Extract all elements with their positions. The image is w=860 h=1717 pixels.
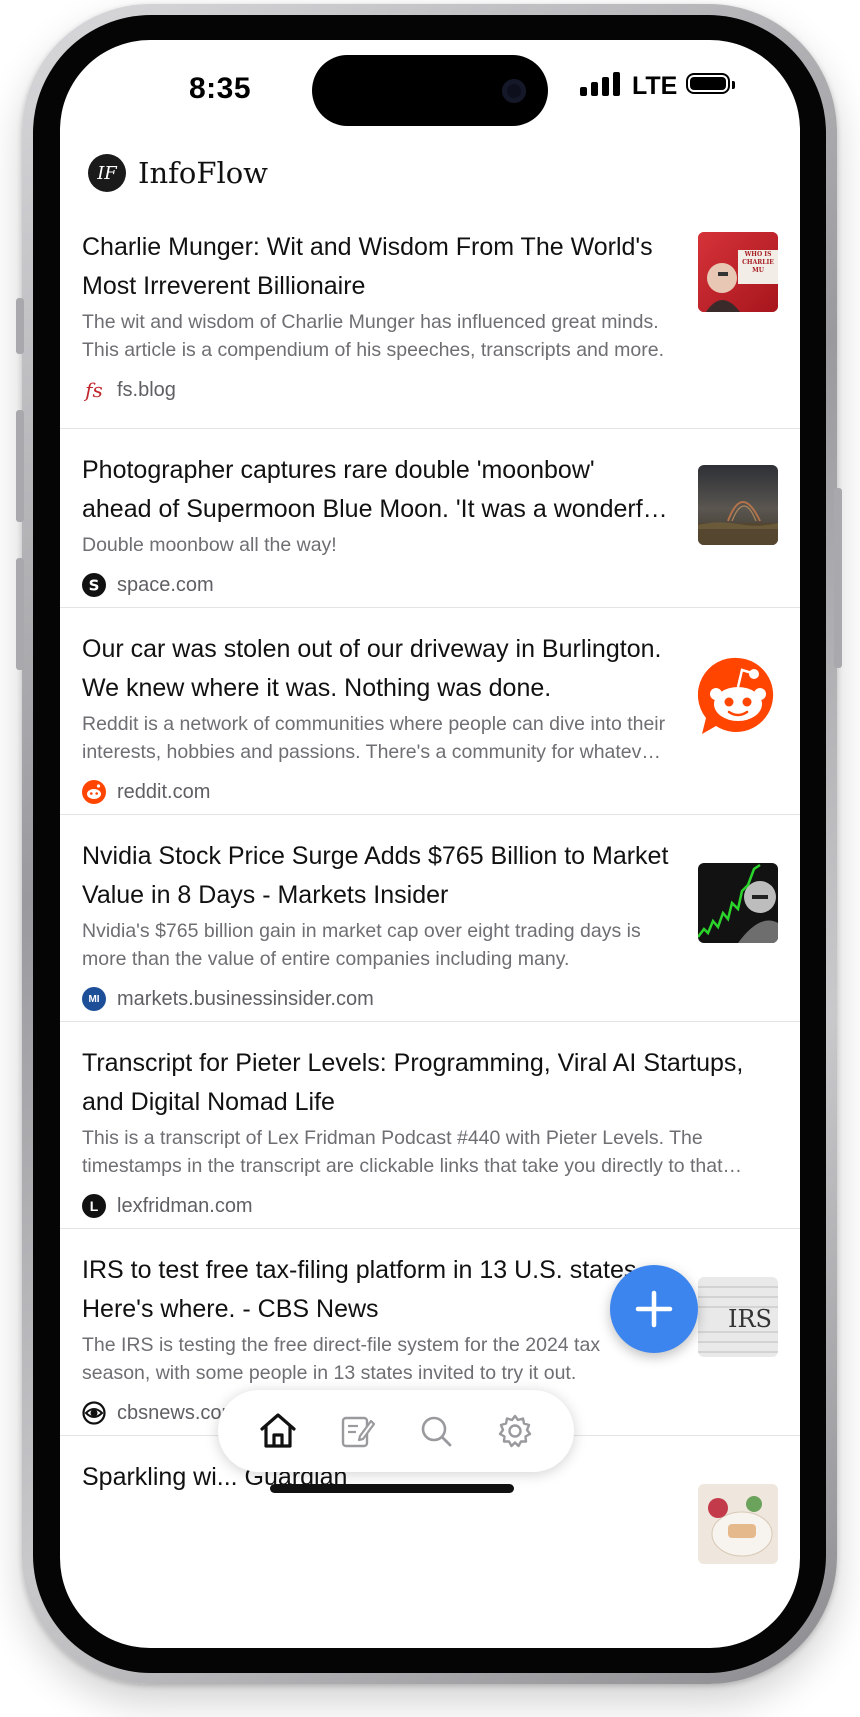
article-description: The IRS is testing the free direct-file …	[82, 1334, 601, 1384]
reddit-logo-icon	[82, 780, 106, 804]
space-logo-icon: S	[82, 573, 106, 597]
article-description: This is a transcript of Lex Fridman Podc…	[82, 1127, 723, 1177]
lex-logo-icon: L	[82, 1194, 106, 1218]
nav-settings[interactable]	[489, 1405, 541, 1457]
mute-switch	[16, 298, 24, 354]
article-title: Nvidia Stock Price Surge Adds $765 Billi…	[82, 842, 669, 909]
nav-home[interactable]	[252, 1405, 304, 1457]
article-card[interactable]: Nvidia Stock Price Surge Adds $765 Billi…	[60, 815, 800, 1022]
article-source: L lexfridman.com	[82, 1192, 772, 1220]
plus-icon	[635, 1290, 673, 1328]
notes-icon	[341, 1416, 375, 1448]
article-title: Our car was stolen out of our driveway i…	[82, 635, 662, 702]
lex-logo-text: L	[89, 1198, 99, 1214]
app-title: InfoFlow	[138, 156, 269, 190]
article-card[interactable]: Photographer captures rare double 'moonb…	[60, 429, 800, 608]
article-title: Transcript for Pieter Levels: Programmin…	[82, 1049, 744, 1116]
search-icon	[421, 1416, 451, 1447]
source-name: fs.blog	[117, 378, 176, 401]
dynamic-island	[312, 55, 548, 126]
article-title: Charlie Munger: Wit and Wisdom From The …	[82, 233, 653, 300]
food-photo-thumbnail	[698, 1484, 778, 1564]
network-label: LTE	[632, 72, 678, 100]
bottom-nav	[218, 1390, 574, 1472]
book-cover-thumbnail: WHO IS CHARLIE MU	[698, 232, 778, 312]
article-title: Photographer captures rare double 'moonb…	[82, 456, 663, 523]
nav-notes[interactable]	[331, 1405, 383, 1457]
article-card[interactable]: Charlie Munger: Wit and Wisdom From The …	[60, 206, 800, 429]
app-header: IF InfoFlow	[88, 148, 268, 198]
svg-text:S: S	[89, 577, 100, 595]
thumbnail-caption: IRS	[728, 1305, 772, 1333]
source-name: markets.businessinsider.com	[117, 987, 374, 1010]
home-indicator	[270, 1484, 514, 1493]
mi-logo-text: MI	[88, 993, 100, 1005]
article-description: Nvidia's $765 billion gain in market cap…	[82, 920, 641, 970]
home-icon	[259, 1413, 296, 1448]
fs-logo-icon: fs	[85, 378, 103, 402]
stock-chart-thumbnail	[698, 863, 778, 943]
camera-icon	[502, 79, 526, 103]
source-name: space.com	[117, 573, 214, 596]
article-source: fs fs.blog	[82, 376, 670, 404]
cbs-eye-icon	[82, 1401, 106, 1425]
article-source: reddit.com	[82, 778, 670, 806]
article-feed: Charlie Munger: Wit and Wisdom From The …	[60, 206, 800, 1576]
article-source: S space.com	[82, 571, 670, 599]
reddit-logo-thumbnail	[698, 656, 778, 736]
article-description: Double moonbow all the way!	[82, 534, 337, 556]
article-title: IRS to test free tax-filing platform in …	[82, 1256, 644, 1323]
source-name: reddit.com	[117, 780, 211, 803]
mi-logo-icon: MI	[82, 987, 106, 1011]
power-button	[834, 488, 842, 668]
add-button[interactable]	[610, 1265, 698, 1353]
nav-search[interactable]	[410, 1405, 462, 1457]
screen: 8:35 LTE IF InfoFlow Charlie Munger: Wit…	[60, 40, 800, 1648]
status-time: 8:35	[188, 72, 252, 105]
source-name: lexfridman.com	[117, 1194, 253, 1217]
article-description: The wit and wisdom of Charlie Munger has…	[82, 311, 665, 361]
article-card[interactable]: Transcript for Pieter Levels: Programmin…	[60, 1022, 800, 1229]
volume-down-button	[16, 558, 24, 670]
moonbow-photo-thumbnail	[698, 465, 778, 545]
app-logo: IF	[88, 154, 126, 192]
article-description: Reddit is a network of communities where…	[82, 713, 666, 763]
signal-icon	[580, 72, 622, 96]
article-card[interactable]: Our car was stolen out of our driveway i…	[60, 608, 800, 815]
battery-icon	[686, 73, 735, 94]
volume-up-button	[16, 410, 24, 522]
thumbnail-caption: WHO IS CHARLIE MU	[742, 251, 774, 274]
settings-icon	[498, 1414, 531, 1448]
irs-form-thumbnail: IRS	[698, 1277, 778, 1357]
article-source: MI markets.businessinsider.com	[82, 985, 670, 1013]
